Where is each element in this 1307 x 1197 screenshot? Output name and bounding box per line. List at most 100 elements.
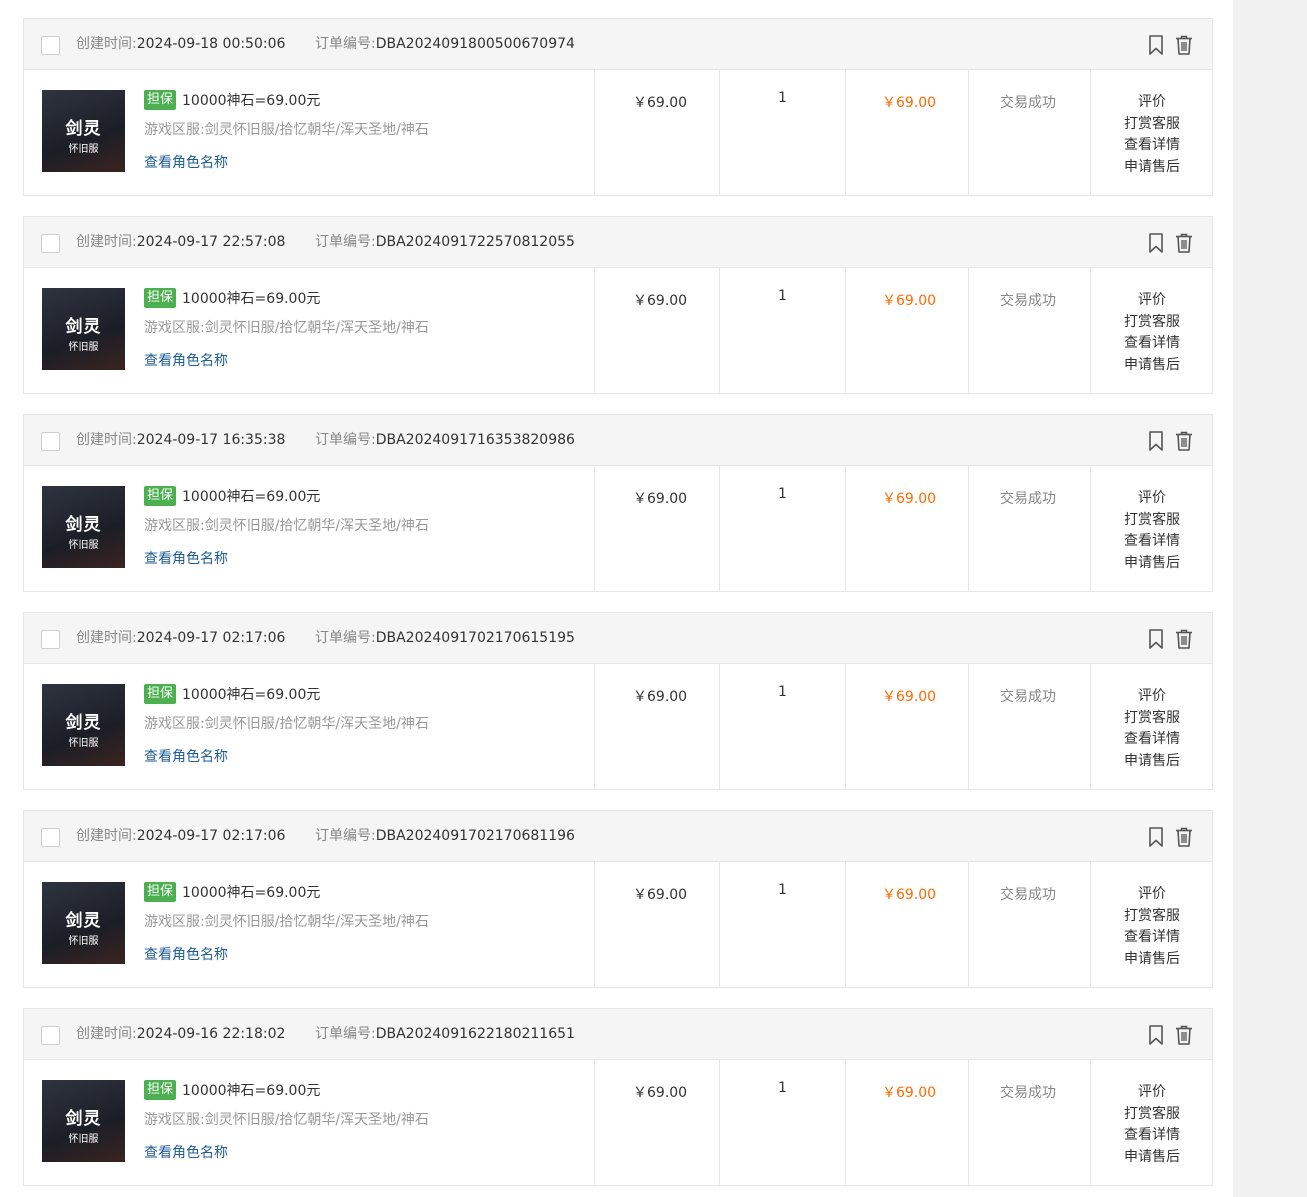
product-title[interactable]: 10000神石=69.00元 <box>182 486 320 506</box>
review-link[interactable]: 评价 <box>1092 290 1212 312</box>
column-divider <box>845 664 846 790</box>
game-server-label: 游戏区服: <box>144 518 205 534</box>
product-thumbnail[interactable]: 剑灵 怀旧服 <box>42 288 125 370</box>
quantity: 1 <box>778 882 787 898</box>
after-sales-link[interactable]: 申请售后 <box>1092 553 1212 575</box>
review-link[interactable]: 评价 <box>1092 488 1212 510</box>
thumbnail-title: 剑灵 <box>65 1109 102 1129</box>
order-select-checkbox[interactable] <box>41 828 60 847</box>
tip-service-link[interactable]: 打赏客服 <box>1092 1104 1212 1126</box>
trash-icon[interactable] <box>1174 826 1194 848</box>
game-server-value: 剑灵怀旧服/拾忆朝华/浑天圣地/神石 <box>204 320 429 336</box>
after-sales-link[interactable]: 申请售后 <box>1092 355 1212 377</box>
column-divider <box>1090 466 1091 592</box>
product-title[interactable]: 10000神石=69.00元 <box>182 1080 320 1100</box>
review-link[interactable]: 评价 <box>1092 884 1212 906</box>
created-time-value: 2024-09-18 00:50:06 <box>136 36 286 52</box>
order-number-value: DBA2024091622180211651 <box>375 1026 575 1042</box>
product-thumbnail[interactable]: 剑灵 怀旧服 <box>42 1080 125 1162</box>
view-role-name-link[interactable]: 查看角色名称 <box>144 946 584 964</box>
order-select-checkbox[interactable] <box>41 432 60 451</box>
order-actions: 评价 打赏客服 查看详情 申请售后 <box>1092 1082 1212 1168</box>
bookmark-icon[interactable] <box>1146 1024 1166 1046</box>
column-divider <box>594 1060 595 1186</box>
product-thumbnail[interactable]: 剑灵 怀旧服 <box>42 882 125 964</box>
bookmark-icon[interactable] <box>1146 232 1166 254</box>
after-sales-link[interactable]: 申请售后 <box>1092 1147 1212 1169</box>
order-select-checkbox[interactable] <box>41 1026 60 1045</box>
column-divider <box>719 466 720 592</box>
trash-icon[interactable] <box>1174 628 1194 650</box>
order-actions: 评价 打赏客服 查看详情 申请售后 <box>1092 92 1212 178</box>
order-status: 交易成功 <box>1000 293 1056 309</box>
trash-icon[interactable] <box>1174 1024 1194 1046</box>
game-server: 游戏区服:剑灵怀旧服/拾忆朝华/浑天圣地/神石 <box>144 517 584 535</box>
product-title[interactable]: 10000神石=69.00元 <box>182 684 320 704</box>
product-thumbnail[interactable]: 剑灵 怀旧服 <box>42 684 125 766</box>
after-sales-link[interactable]: 申请售后 <box>1092 751 1212 773</box>
bookmark-icon[interactable] <box>1146 34 1166 56</box>
product-info: 担保 10000神石=69.00元 游戏区服:剑灵怀旧服/拾忆朝华/浑天圣地/神… <box>144 683 584 766</box>
view-details-link[interactable]: 查看详情 <box>1092 927 1212 949</box>
review-link[interactable]: 评价 <box>1092 1082 1212 1104</box>
bookmark-icon[interactable] <box>1146 628 1166 650</box>
view-details-link[interactable]: 查看详情 <box>1092 1125 1212 1147</box>
order-status: 交易成功 <box>1000 1085 1056 1101</box>
product-title[interactable]: 10000神石=69.00元 <box>182 288 320 308</box>
column-divider <box>845 268 846 394</box>
after-sales-link[interactable]: 申请售后 <box>1092 949 1212 971</box>
created-time: 创建时间:2024-09-17 02:17:06 <box>76 827 285 845</box>
view-role-name-link[interactable]: 查看角色名称 <box>144 154 584 172</box>
view-details-link[interactable]: 查看详情 <box>1092 333 1212 355</box>
created-time-value: 2024-09-17 16:35:38 <box>136 432 286 448</box>
view-details-link[interactable]: 查看详情 <box>1092 135 1212 157</box>
order-card: 创建时间:2024-09-18 00:50:06 订单编号:DBA2024091… <box>23 18 1213 196</box>
thumbnail-title: 剑灵 <box>65 911 102 931</box>
column-divider <box>1090 862 1091 988</box>
tip-service-link[interactable]: 打赏客服 <box>1092 114 1212 136</box>
order-number: 订单编号:DBA2024091800500670974 <box>315 35 575 53</box>
trash-icon[interactable] <box>1174 34 1194 56</box>
product-title[interactable]: 10000神石=69.00元 <box>182 882 320 902</box>
quantity: 1 <box>778 288 787 304</box>
game-server-label: 游戏区服: <box>144 914 205 930</box>
unit-price: ￥69.00 <box>633 491 688 507</box>
view-details-link[interactable]: 查看详情 <box>1092 729 1212 751</box>
view-role-name-link[interactable]: 查看角色名称 <box>144 748 584 766</box>
tip-service-link[interactable]: 打赏客服 <box>1092 510 1212 532</box>
review-link[interactable]: 评价 <box>1092 92 1212 114</box>
order-number: 订单编号:DBA2024091622180211651 <box>315 1025 575 1043</box>
order-header: 创建时间:2024-09-17 02:17:06 订单编号:DBA2024091… <box>24 811 1212 862</box>
tip-service-link[interactable]: 打赏客服 <box>1092 906 1212 928</box>
product-thumbnail[interactable]: 剑灵 怀旧服 <box>42 486 125 568</box>
tip-service-link[interactable]: 打赏客服 <box>1092 708 1212 730</box>
product-title[interactable]: 10000神石=69.00元 <box>182 90 320 110</box>
product-thumbnail[interactable]: 剑灵 怀旧服 <box>42 90 125 172</box>
game-server: 游戏区服:剑灵怀旧服/拾忆朝华/浑天圣地/神石 <box>144 319 584 337</box>
order-select-checkbox[interactable] <box>41 36 60 55</box>
quantity: 1 <box>778 90 787 106</box>
tip-service-link[interactable]: 打赏客服 <box>1092 312 1212 334</box>
review-link[interactable]: 评价 <box>1092 686 1212 708</box>
order-select-checkbox[interactable] <box>41 234 60 253</box>
view-role-name-link[interactable]: 查看角色名称 <box>144 352 584 370</box>
view-role-name-link[interactable]: 查看角色名称 <box>144 550 584 568</box>
column-divider <box>719 268 720 394</box>
order-card: 创建时间:2024-09-16 22:18:02 订单编号:DBA2024091… <box>23 1008 1213 1186</box>
order-body: 剑灵 怀旧服 担保 10000神石=69.00元 游戏区服:剑灵怀旧服/拾忆朝华… <box>24 664 1212 790</box>
trash-icon[interactable] <box>1174 430 1194 452</box>
view-details-link[interactable]: 查看详情 <box>1092 531 1212 553</box>
order-select-checkbox[interactable] <box>41 630 60 649</box>
thumbnail-subtitle: 怀旧服 <box>68 144 99 155</box>
view-role-name-link[interactable]: 查看角色名称 <box>144 1144 584 1162</box>
bookmark-icon[interactable] <box>1146 430 1166 452</box>
order-body: 剑灵 怀旧服 担保 10000神石=69.00元 游戏区服:剑灵怀旧服/拾忆朝华… <box>24 1060 1212 1186</box>
scrollbar-track[interactable] <box>1233 0 1307 1197</box>
order-header-actions <box>1146 628 1194 650</box>
guarantee-badge: 担保 <box>144 486 177 506</box>
trash-icon[interactable] <box>1174 232 1194 254</box>
bookmark-icon[interactable] <box>1146 826 1166 848</box>
column-divider <box>968 1060 969 1186</box>
after-sales-link[interactable]: 申请售后 <box>1092 157 1212 179</box>
guarantee-badge: 担保 <box>144 288 177 308</box>
